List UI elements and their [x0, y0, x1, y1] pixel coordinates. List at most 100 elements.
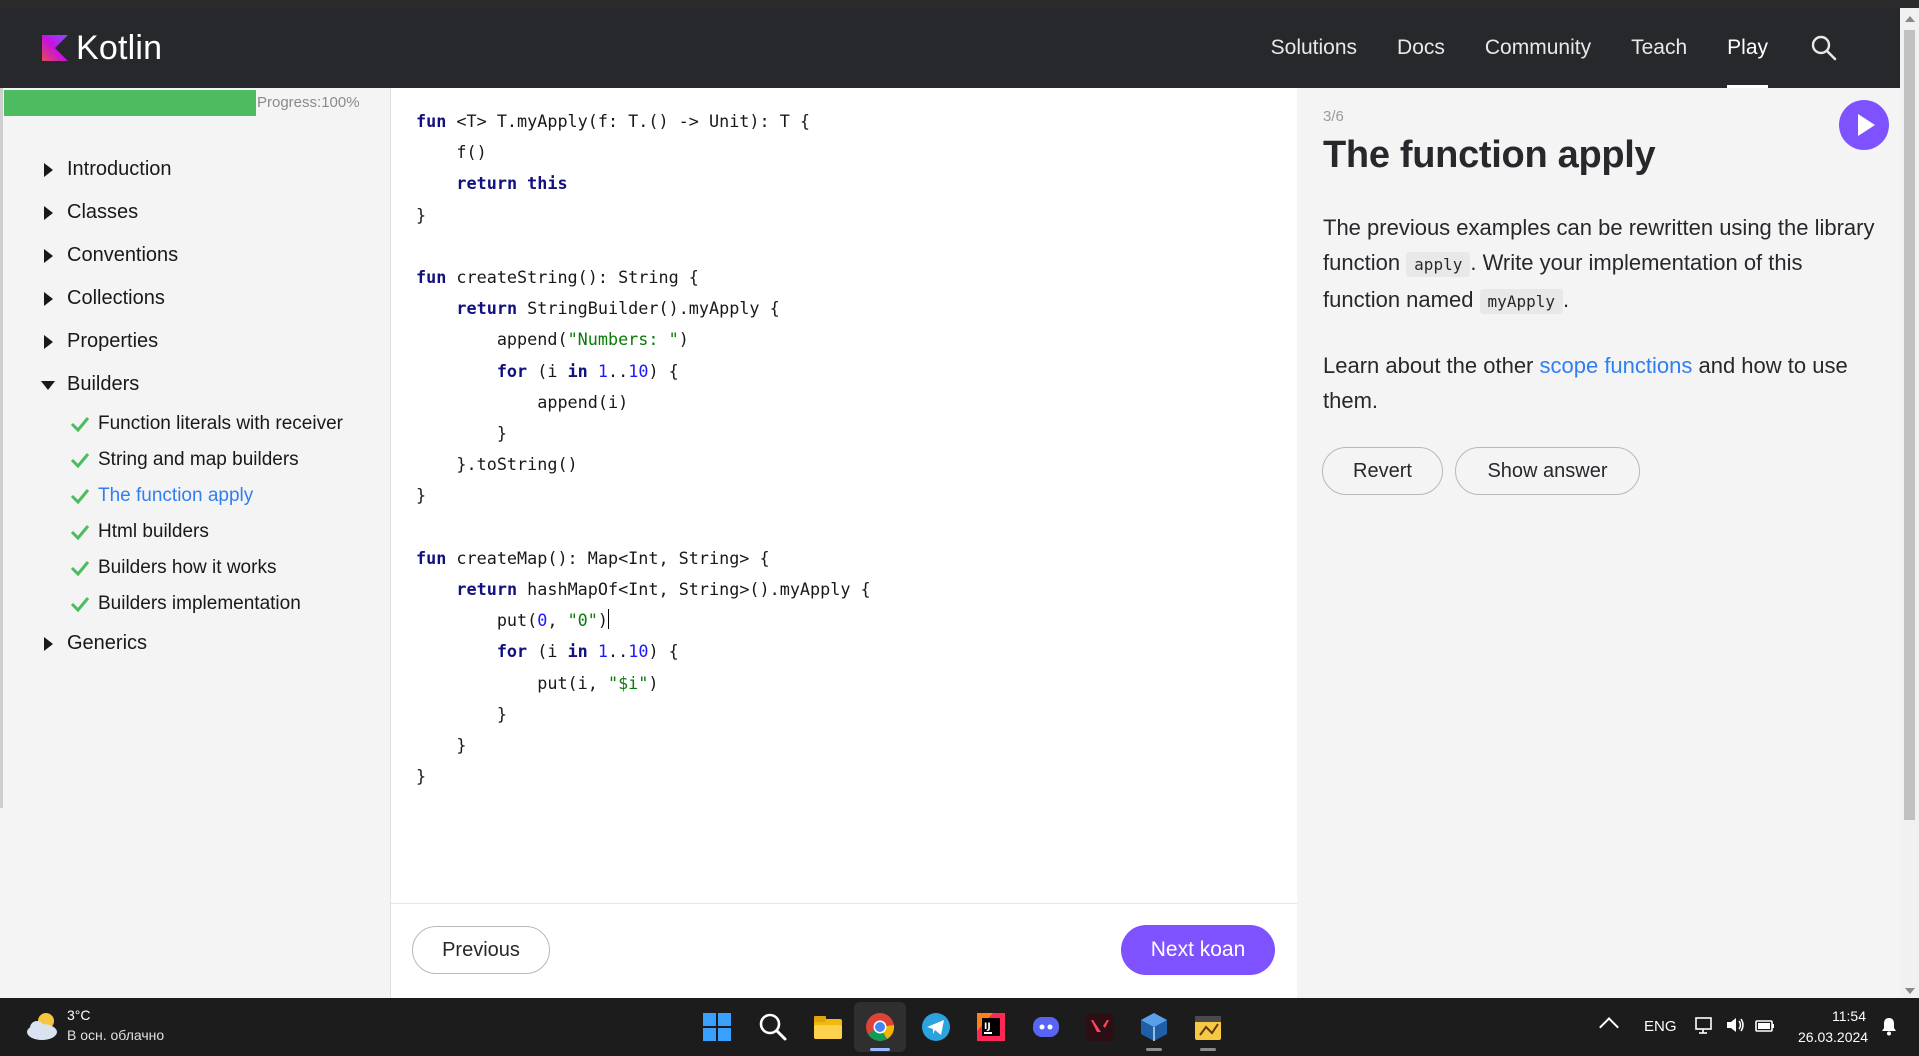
toc-task-label: Html builders: [98, 521, 209, 542]
clock-time[interactable]: 11:54: [1832, 1008, 1866, 1024]
app-icon[interactable]: [1192, 1011, 1224, 1043]
toc-section-label: Classes: [67, 201, 139, 223]
toc-section-collections[interactable]: Collections: [0, 277, 390, 320]
toc-section-properties[interactable]: Properties: [0, 320, 390, 363]
caret-right-icon: [44, 637, 53, 651]
caret-right-icon: [44, 292, 53, 306]
next-koan-button[interactable]: Next koan: [1121, 925, 1275, 975]
show-hidden-icons-chevron-icon[interactable]: [1599, 1017, 1619, 1037]
file-explorer-icon[interactable]: [812, 1011, 844, 1043]
discord-icon[interactable]: [1030, 1011, 1062, 1043]
brand-name: Kotlin: [76, 28, 163, 67]
browser-top-strip: [0, 0, 1919, 8]
nav-solutions[interactable]: Solutions: [1271, 8, 1357, 88]
nav-teach[interactable]: Teach: [1631, 8, 1687, 88]
check-icon: [70, 561, 90, 577]
top-nav: Solutions Docs Community Teach Play: [1231, 8, 1900, 88]
check-icon: [70, 597, 90, 613]
weather-temperature: 3°C: [67, 1007, 91, 1023]
toc-section-label: Conventions: [67, 244, 179, 266]
running-app-indicator: [1200, 1048, 1216, 1051]
check-icon: [70, 489, 90, 505]
nav-community[interactable]: Community: [1485, 8, 1591, 88]
toc-section-conventions[interactable]: Conventions: [0, 234, 390, 277]
caret-down-icon: [41, 381, 55, 390]
toc-task-html-builders[interactable]: Html builders: [0, 514, 390, 550]
virtualbox-icon[interactable]: [1138, 1011, 1170, 1043]
volume-icon[interactable]: [1724, 1014, 1746, 1036]
start-icon[interactable]: [701, 1011, 733, 1043]
caret-right-icon: [44, 163, 53, 177]
task-paragraph: Learn about the other scope functions an…: [1323, 348, 1883, 418]
toc-task-builders-how-it-works[interactable]: Builders how it works: [0, 550, 390, 586]
task-description-panel: 3/6 The function apply The previous exam…: [1297, 88, 1900, 998]
toc-task-function-literals[interactable]: Function literals with receiver: [0, 406, 390, 442]
weather-description: В осн. облачно: [67, 1027, 165, 1043]
network-icon[interactable]: [1694, 1014, 1716, 1036]
scroll-down-arrow-icon[interactable]: [1905, 988, 1915, 994]
taskbar-search-icon[interactable]: [757, 1011, 789, 1043]
previous-button[interactable]: Previous: [412, 926, 550, 974]
kotlin-logo-icon: [42, 35, 68, 61]
svg-text:IJ: IJ: [984, 1022, 991, 1032]
toc-section-generics[interactable]: Generics: [0, 622, 390, 665]
clock-date[interactable]: 26.03.2024: [1798, 1029, 1868, 1045]
toc-section-label: Builders: [67, 373, 140, 395]
scope-functions-link[interactable]: scope functions: [1540, 353, 1693, 378]
revert-button[interactable]: Revert: [1322, 447, 1443, 495]
progress-label: Progress:100%: [257, 94, 360, 111]
run-button[interactable]: [1839, 100, 1889, 150]
windows-taskbar: 3°C В осн. облачно IJ ENG 11:54 26.03.20…: [0, 998, 1919, 1056]
check-icon: [70, 453, 90, 469]
show-answer-button[interactable]: Show answer: [1455, 447, 1640, 495]
intellij-icon[interactable]: IJ: [975, 1011, 1007, 1043]
toc-task-string-and-map-builders[interactable]: String and map builders: [0, 442, 390, 478]
site-header: Kotlin Solutions Docs Community Teach Pl…: [0, 8, 1900, 88]
search-icon[interactable]: [1810, 34, 1838, 62]
toc-section-classes[interactable]: Classes: [0, 191, 390, 234]
table-of-contents: Introduction Classes Conventions Collect…: [0, 148, 390, 665]
toc-section-builders[interactable]: Builders: [0, 363, 390, 406]
valorant-icon[interactable]: [1084, 1011, 1116, 1043]
input-language[interactable]: ENG: [1644, 1018, 1677, 1035]
telegram-icon[interactable]: [920, 1011, 952, 1043]
check-icon: [70, 417, 90, 433]
caret-right-icon: [44, 206, 53, 220]
battery-icon[interactable]: [1754, 1014, 1776, 1036]
toc-task-label: String and map builders: [98, 449, 299, 470]
editor-footer: Previous Next koan: [391, 903, 1297, 999]
kotlin-logo[interactable]: Kotlin: [42, 28, 163, 67]
toc-section-label: Properties: [67, 330, 159, 352]
scroll-up-arrow-icon[interactable]: [1905, 16, 1915, 22]
paragraph-text: .: [1562, 287, 1570, 312]
progress-bar: [4, 90, 256, 116]
paragraph-text: Learn about the other: [1323, 353, 1540, 378]
task-title: The function apply: [1323, 134, 1656, 176]
task-paragraph: The previous examples can be rewritten u…: [1323, 210, 1883, 319]
active-app-indicator: [870, 1048, 890, 1051]
toc-task-label: Function literals with receiver: [98, 413, 343, 434]
code-editor[interactable]: fun <T> T.myApply(f: T.() -> Unit): T { …: [391, 88, 1297, 903]
inline-code: myApply: [1479, 289, 1563, 314]
task-counter: 3/6: [1323, 108, 1344, 125]
chrome-icon[interactable]: [864, 1011, 896, 1043]
scrollbar-thumb[interactable]: [1904, 30, 1915, 820]
notification-bell-icon[interactable]: [1880, 1016, 1898, 1036]
toc-task-function-apply[interactable]: The function apply: [0, 478, 390, 514]
caret-right-icon: [44, 335, 53, 349]
toc-section-label: Generics: [67, 632, 148, 654]
toc-section-label: Introduction: [67, 158, 172, 180]
toc-task-label: The function apply: [98, 485, 254, 506]
nav-docs[interactable]: Docs: [1397, 8, 1445, 88]
running-app-indicator: [1146, 1048, 1162, 1051]
koans-sidebar: Progress:100% Introduction Classes Conve…: [0, 88, 391, 998]
code-content[interactable]: fun <T> T.myApply(f: T.() -> Unit): T { …: [416, 106, 871, 792]
toc-task-label: Builders implementation: [98, 593, 301, 614]
weather-cloud-icon[interactable]: [24, 1010, 62, 1042]
check-icon: [70, 525, 90, 541]
toc-section-introduction[interactable]: Introduction: [0, 148, 390, 191]
toc-task-builders-implementation[interactable]: Builders implementation: [0, 586, 390, 622]
page-scrollbar[interactable]: [1900, 8, 1919, 998]
nav-play[interactable]: Play: [1727, 8, 1768, 88]
caret-right-icon: [44, 249, 53, 263]
